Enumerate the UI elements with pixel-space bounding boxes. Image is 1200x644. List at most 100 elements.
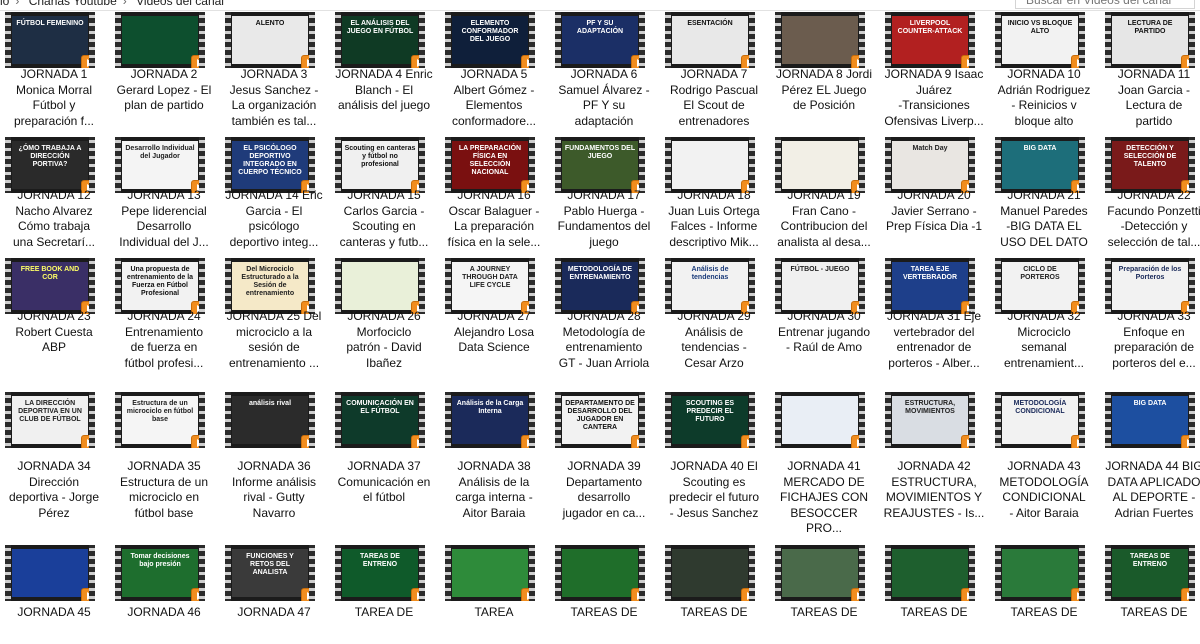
thumbnail-frame: CICLO DE PORTEROS — [1002, 262, 1078, 310]
breadcrumb-item-charlas[interactable]: Charlas Youtube — [29, 0, 117, 8]
video-thumbnail[interactable]: LA PREPARACIÓN FÍSICA EN SELECCIÓN NACIO… — [445, 137, 535, 193]
video-thumbnail[interactable] — [115, 12, 205, 68]
thumbnail-text: METODOLOGÍA CONDICIONAL — [1013, 400, 1067, 415]
thumbnail-text: FUNDAMENTOS DEL JUEGO — [564, 145, 636, 160]
video-thumbnail[interactable] — [775, 12, 865, 68]
video-file-label: JORNADA 47 — [237, 605, 311, 619]
thumbnail-text: FUNCIONES Y RETOS DEL ANALISTA — [246, 553, 294, 576]
video-thumbnail[interactable]: FÚTBOL FEMENINO — [5, 12, 95, 68]
breadcrumb-item-videos[interactable]: Videos del canal — [136, 0, 224, 8]
play-badge-icon — [961, 435, 975, 448]
video-thumbnail[interactable] — [335, 258, 425, 314]
thumbnail-frame: FREE BOOK AND COR — [12, 262, 88, 310]
video-thumbnail[interactable] — [775, 392, 865, 448]
video-file-label: JORNADA 27 Alejandro Losa Data Science — [453, 309, 535, 354]
video-file-label: JORNADA 23 Robert Cuesta ABP — [15, 309, 93, 354]
video-file-label: JORNADA 44 BIG DATA APLICADO AL DEPORTE … — [1105, 459, 1200, 520]
breadcrumb[interactable]: lo › Charlas Youtube › Videos del canal — [0, 0, 230, 8]
video-thumbnail[interactable]: Desarrollo Individual del Jugador — [115, 137, 205, 193]
video-thumbnail[interactable] — [995, 545, 1085, 601]
video-file-label: JORNADA 10 Adrián Rodriguez - Reinicios … — [997, 67, 1091, 128]
video-thumbnail[interactable] — [665, 545, 755, 601]
video-file-label: JORNADA 25 Del microciclo a la sesión de… — [226, 309, 322, 370]
video-thumbnail[interactable]: Scouting en canteras y fútbol no profesi… — [335, 137, 425, 193]
video-thumbnail[interactable] — [5, 545, 95, 601]
video-thumbnail[interactable]: Una propuesta de entrenamiento de la Fue… — [115, 258, 205, 314]
video-thumbnail[interactable]: Preparación de los Porteros — [1105, 258, 1195, 314]
video-thumbnail[interactable]: LIVERPOOL COUNTER-ATTACK — [885, 12, 975, 68]
thumbnail-frame: Del Microciclo Estructurado a la Sesión … — [232, 262, 308, 310]
video-thumbnail[interactable]: TAREAS DE ENTRENO — [335, 545, 425, 601]
video-thumbnail[interactable]: FUNCIONES Y RETOS DEL ANALISTA — [225, 545, 315, 601]
video-thumbnail[interactable]: EL PSICÓLOGO DEPORTIVO INTEGRADO EN CUER… — [225, 137, 315, 193]
video-thumbnail[interactable]: Estructura de un microciclo en fútbol ba… — [115, 392, 205, 448]
video-file-label: JORNADA 4 Enric Blanch - El análisis del… — [335, 67, 433, 112]
breadcrumb-item-root[interactable]: lo — [0, 0, 9, 8]
thumbnail-frame: TAREAS DE ENTRENO — [342, 549, 418, 597]
video-file-label: JORNADA 7 Rodrigo Pascual El Scout de en… — [669, 67, 759, 128]
video-thumbnail[interactable]: TAREAS DE ENTRENO — [1105, 545, 1195, 601]
video-thumbnail[interactable]: FUNDAMENTOS DEL JUEGO — [555, 137, 645, 193]
video-thumbnail[interactable]: DETECCIÓN Y SELECCIÓN DE TALENTO — [1105, 137, 1195, 193]
video-thumbnail[interactable]: METODOLOGÍA DE ENTRENAMIENTO — [555, 258, 645, 314]
video-thumbnail[interactable]: Match Day — [885, 137, 975, 193]
video-file-label: TAREAS DE — [1010, 605, 1078, 619]
video-thumbnail[interactable] — [665, 137, 755, 193]
video-thumbnail[interactable]: DEPARTAMENTO DE DESARROLLO DEL JUGADOR E… — [555, 392, 645, 448]
video-thumbnail[interactable]: ESTRUCTURA, MOVIMIENTOS — [885, 392, 975, 448]
thumbnail-frame: LIVERPOOL COUNTER-ATTACK — [892, 16, 968, 64]
video-thumbnail[interactable]: BIG DATA — [1105, 392, 1195, 448]
video-file-label: JORNADA 2 Gerard Lopez - El plan de part… — [116, 67, 212, 112]
video-thumbnail[interactable]: análisis rival — [225, 392, 315, 448]
video-thumbnail[interactable]: INICIO VS BLOQUE ALTO — [995, 12, 1085, 68]
video-thumbnail[interactable]: ESENTACIÓN — [665, 12, 755, 68]
thumbnail-text: FÚTBOL - JUEGO — [790, 266, 850, 273]
thumbnail-frame — [782, 141, 858, 189]
thumbnail-frame: COMUNICACIÓN EN EL FÚTBOL — [342, 396, 418, 444]
video-thumbnail[interactable]: FREE BOOK AND COR — [5, 258, 95, 314]
thumbnail-frame: Match Day — [892, 141, 968, 189]
thumbnail-text: FREE BOOK AND COR — [20, 266, 80, 281]
thumbnail-frame — [1002, 549, 1078, 597]
video-thumbnail[interactable]: LA DIRECCIÓN DEPORTIVA EN UN CLUB DE FÚT… — [5, 392, 95, 448]
video-thumbnail[interactable]: PF Y SU ADAPTACIÓN — [555, 12, 645, 68]
search-input[interactable]: Buscar en Videos del canal — [1015, 0, 1195, 9]
video-thumbnail[interactable]: BIG DATA — [995, 137, 1085, 193]
video-thumbnail[interactable]: METODOLOGÍA CONDICIONAL — [995, 392, 1085, 448]
video-thumbnail[interactable]: Tomar decisiones bajo presión — [115, 545, 205, 601]
video-thumbnail[interactable]: TAREA EJE VERTEBRADOR — [885, 258, 975, 314]
thumbnail-text: Del Microciclo Estructurado a la Sesión … — [241, 266, 299, 297]
video-thumbnail[interactable] — [555, 545, 645, 601]
video-thumbnail[interactable]: ELEMENTO CONFORMADOR DEL JUEGO — [445, 12, 535, 68]
thumbnail-frame: FÚTBOL - JUEGO — [782, 262, 858, 310]
video-thumbnail[interactable] — [775, 545, 865, 601]
video-thumbnail[interactable]: Análisis de la Carga Interna — [445, 392, 535, 448]
thumbnail-text: LIVERPOOL COUNTER-ATTACK — [897, 20, 963, 35]
video-file-label: JORNADA 24 Entrenamiento de fuerza en fú… — [124, 309, 204, 370]
video-thumbnail[interactable]: ALENTO — [225, 12, 315, 68]
thumbnail-text: ¿ÓMO TRABAJA A DIRECCIÓN PORTIVA? — [18, 145, 82, 168]
video-thumbnail[interactable]: EL ANÁLISIS DEL JUEGO EN FÚTBOL — [335, 12, 425, 68]
thumbnail-text: PF Y SU ADAPTACIÓN — [576, 20, 624, 35]
video-thumbnail[interactable]: FÚTBOL - JUEGO — [775, 258, 865, 314]
thumbnail-text: CICLO DE PORTEROS — [1020, 266, 1060, 281]
video-file-label: JORNADA 40 El Scouting es predecir el fu… — [668, 459, 760, 520]
video-thumbnail[interactable] — [445, 545, 535, 601]
video-thumbnail[interactable]: CICLO DE PORTEROS — [995, 258, 1085, 314]
thumbnail-frame — [782, 549, 858, 597]
video-thumbnail[interactable]: SCOUTING ES PREDECIR EL FUTURO — [665, 392, 755, 448]
thumbnail-text: COMUNICACIÓN EN EL FÚTBOL — [346, 400, 414, 415]
play-badge-icon — [81, 588, 95, 601]
video-thumbnail[interactable]: COMUNICACIÓN EN EL FÚTBOL — [335, 392, 425, 448]
video-file-label: JORNADA 9 Isaac Juárez -Transiciones Ofe… — [884, 67, 984, 128]
video-thumbnail[interactable] — [885, 545, 975, 601]
thumbnail-text: DETECCIÓN Y SELECCIÓN DE TALENTO — [1123, 145, 1177, 168]
play-badge-icon — [1181, 435, 1195, 448]
video-thumbnail[interactable]: ¿ÓMO TRABAJA A DIRECCIÓN PORTIVA? — [5, 137, 95, 193]
video-thumbnail[interactable]: LECTURA DE PARTIDO — [1105, 12, 1195, 68]
video-thumbnail[interactable] — [775, 137, 865, 193]
video-thumbnail[interactable]: Análisis de tendencias — [665, 258, 755, 314]
thumbnail-text: Preparación de los Porteros — [1118, 266, 1182, 281]
video-thumbnail[interactable]: A JOURNEY THROUGH DATA LIFE CYCLE — [445, 258, 535, 314]
video-thumbnail[interactable]: Del Microciclo Estructurado a la Sesión … — [225, 258, 315, 314]
